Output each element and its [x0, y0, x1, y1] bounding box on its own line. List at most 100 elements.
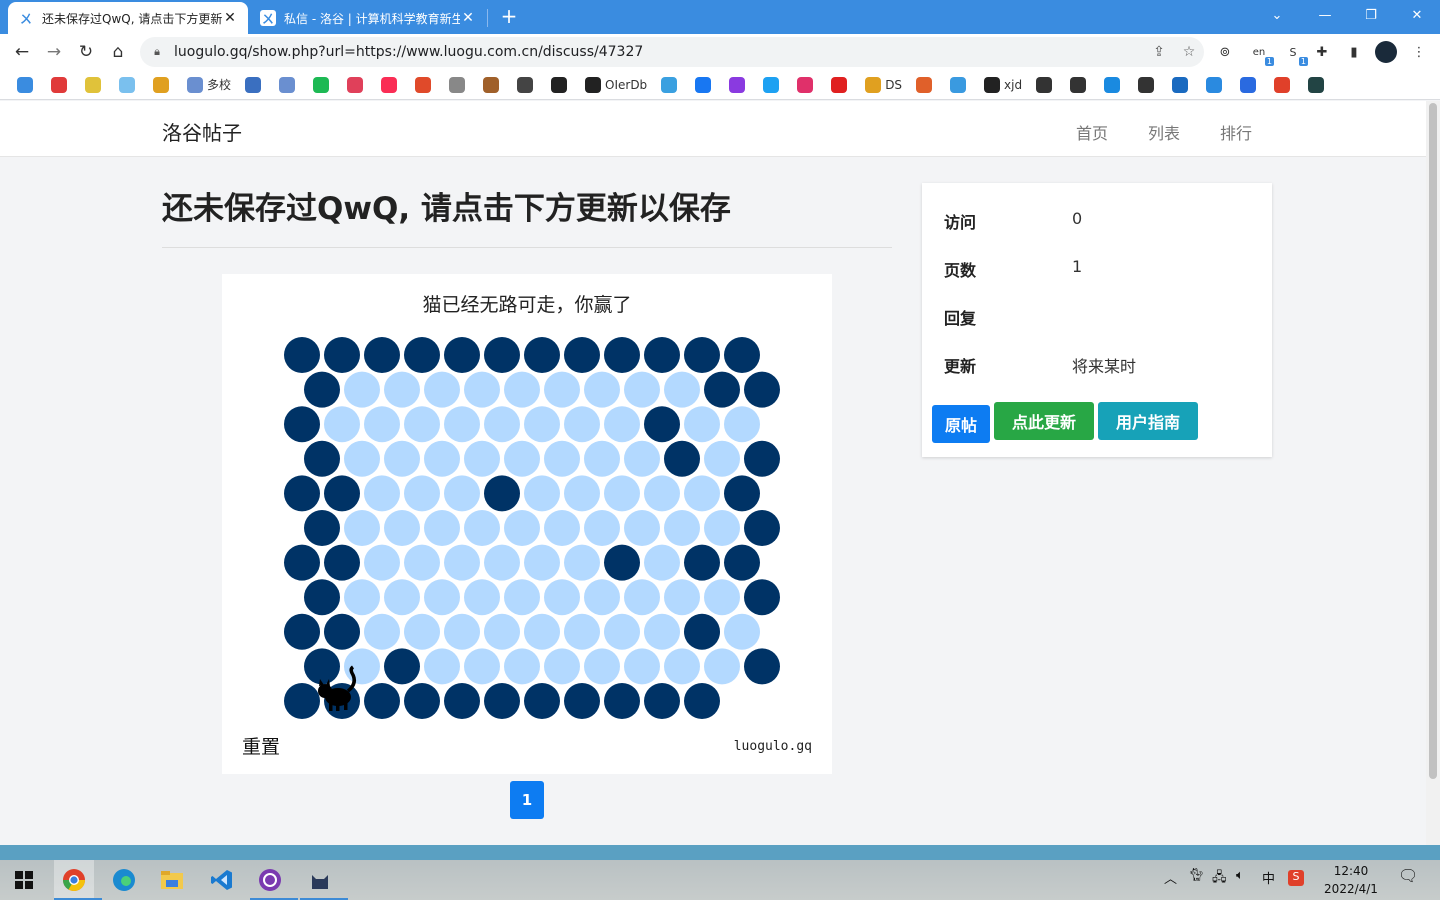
bookmark-cloud2[interactable] [1165, 73, 1199, 97]
reload-button[interactable]: ↻ [74, 40, 98, 64]
open-cell[interactable] [404, 613, 440, 650]
blocked-cell[interactable] [604, 337, 640, 373]
blocked-cell[interactable] [444, 337, 480, 373]
open-cell[interactable] [404, 544, 440, 581]
open-cell[interactable] [344, 510, 380, 546]
tray-cat-icon[interactable]: 🐈︎ [1188, 868, 1205, 883]
bookmark-robot[interactable] [78, 73, 112, 97]
bookmark-globe[interactable]: OIerDb [578, 73, 654, 97]
blocked-cell[interactable] [564, 337, 600, 373]
github-desktop-taskbar-icon[interactable] [250, 860, 298, 900]
game-board[interactable] [282, 336, 782, 720]
open-cell[interactable] [424, 440, 460, 477]
open-cell[interactable] [344, 648, 380, 685]
blocked-cell[interactable] [284, 683, 320, 719]
bookmark-github[interactable]: xjd [977, 73, 1029, 97]
open-cell[interactable] [464, 648, 500, 685]
pagination-page-1[interactable]: 1 [510, 781, 544, 819]
home-button[interactable]: ⌂ [106, 40, 130, 64]
avatar[interactable] [1375, 41, 1397, 63]
volume-icon[interactable]: 🔈︎ [1236, 868, 1244, 883]
open-cell[interactable] [584, 440, 620, 477]
scrollbar-thumb[interactable] [1429, 103, 1437, 779]
blocked-cell[interactable] [604, 544, 640, 581]
open-cell[interactable] [584, 648, 620, 685]
bookmark-slash[interactable] [44, 73, 78, 97]
open-cell[interactable] [704, 648, 740, 685]
open-cell[interactable] [424, 579, 460, 616]
blocked-cell[interactable] [604, 683, 640, 719]
open-cell[interactable] [444, 544, 480, 581]
open-cell[interactable] [624, 440, 660, 477]
edge-taskbar-icon[interactable] [104, 860, 144, 900]
open-cell[interactable] [644, 613, 680, 650]
open-cell[interactable] [664, 371, 700, 408]
open-cell[interactable] [484, 613, 520, 650]
open-cell[interactable] [524, 544, 560, 581]
close-window-button[interactable]: ✕ [1394, 0, 1440, 30]
blocked-cell[interactable] [384, 648, 420, 685]
blocked-cell[interactable] [444, 683, 480, 719]
open-cell[interactable] [364, 613, 400, 650]
open-cell[interactable] [564, 613, 600, 650]
tab-close-icon[interactable]: ✕ [460, 10, 476, 26]
blocked-cell[interactable] [724, 337, 760, 373]
blocked-cell[interactable] [284, 544, 320, 581]
bookmark-cat2[interactable] [1063, 73, 1097, 97]
open-cell[interactable] [364, 406, 400, 443]
blocked-cell[interactable] [684, 683, 720, 719]
bookmark-twitter[interactable] [756, 73, 790, 97]
bookmark-poj[interactable] [238, 73, 272, 97]
open-cell[interactable] [424, 648, 460, 685]
blocked-cell[interactable] [684, 613, 720, 650]
explorer-taskbar-icon[interactable] [152, 860, 192, 900]
open-cell[interactable] [324, 406, 360, 443]
open-cell[interactable] [584, 371, 620, 408]
bookmark-instagram[interactable] [790, 73, 824, 97]
blocked-cell[interactable] [744, 648, 780, 685]
open-cell[interactable] [624, 579, 660, 616]
open-cell[interactable] [724, 613, 760, 650]
original-post-button[interactable]: 原帖 [932, 405, 990, 443]
open-cell[interactable] [424, 371, 460, 408]
bookmark-bird[interactable] [442, 73, 476, 97]
extension-icon[interactable]: ⊚ [1216, 43, 1234, 61]
blocked-cell[interactable] [724, 544, 760, 581]
blocked-cell[interactable] [524, 683, 560, 719]
open-cell[interactable] [344, 579, 380, 616]
blocked-cell[interactable] [404, 683, 440, 719]
bookmark-hdu[interactable]: 多校 [180, 73, 238, 97]
open-cell[interactable] [604, 406, 640, 443]
open-cell[interactable] [664, 648, 700, 685]
blocked-cell[interactable] [304, 371, 340, 408]
blocked-cell[interactable] [324, 613, 360, 650]
vscode-taskbar-icon[interactable] [202, 860, 242, 900]
lock-icon[interactable]: 🔒︎ [140, 45, 174, 59]
blocked-cell[interactable] [524, 337, 560, 373]
address-bar[interactable]: 🔒︎ luogulo.gq/show.php?url=https://www.l… [140, 37, 1204, 67]
open-cell[interactable] [564, 406, 600, 443]
open-cell[interactable] [384, 510, 420, 546]
network-icon[interactable]: 🖧︎ [1212, 868, 1227, 890]
bookmark-weibo[interactable] [909, 73, 943, 97]
bookmark-monkey[interactable] [476, 73, 510, 97]
open-cell[interactable] [604, 613, 640, 650]
share-icon[interactable]: ⇪ [1144, 44, 1174, 60]
tab-search-icon[interactable]: ⌄ [1254, 0, 1300, 30]
bookmark-ting[interactable] [1267, 73, 1301, 97]
open-cell[interactable] [444, 406, 480, 443]
blocked-cell[interactable] [284, 337, 320, 373]
blocked-cell[interactable] [684, 544, 720, 581]
blocked-cell[interactable] [484, 475, 520, 512]
taskbar-clock[interactable]: 12:40 2022/4/1 [1318, 862, 1384, 898]
blocked-cell[interactable] [284, 406, 320, 443]
open-cell[interactable] [564, 475, 600, 512]
bookmark-mask[interactable] [340, 73, 374, 97]
open-cell[interactable] [384, 440, 420, 477]
blocked-cell[interactable] [324, 475, 360, 512]
open-cell[interactable] [624, 510, 660, 546]
bookmark-drop[interactable] [112, 73, 146, 97]
extension-s-icon[interactable]: S 1 [1284, 43, 1308, 66]
back-button[interactable]: ← [10, 40, 34, 64]
open-cell[interactable] [464, 440, 500, 477]
